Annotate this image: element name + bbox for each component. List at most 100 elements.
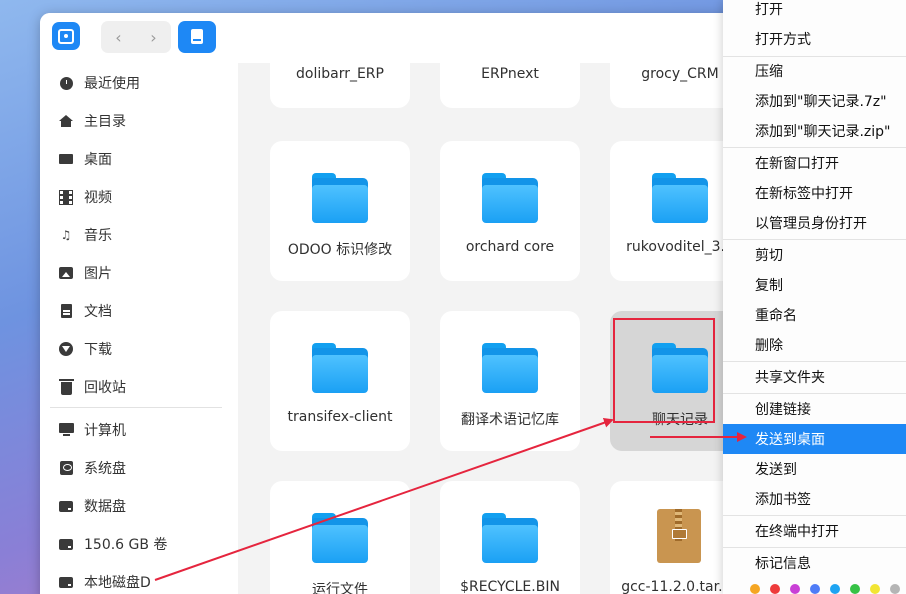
context-menu: 打开 打开方式 压缩 添加到"聊天记录.7z" 添加到"聊天记录.zip" 在新… (723, 0, 906, 594)
menu-item-add-to-zip[interactable]: 添加到"聊天记录.zip" (723, 116, 906, 146)
menu-item-send-to[interactable]: 发送到 (723, 454, 906, 484)
file-name: 运行文件 (312, 582, 368, 594)
folder-icon (482, 343, 538, 393)
sidebar-item-recent[interactable]: 最近使用 (50, 67, 230, 99)
menu-item-open-new-window[interactable]: 在新窗口打开 (723, 148, 906, 178)
sidebar-item-label: 本地磁盘D (84, 575, 151, 591)
trash-icon (58, 378, 74, 395)
folder-icon (482, 513, 538, 563)
sidebar-item-data-disk[interactable]: 数据盘 (50, 490, 230, 522)
drive-icon (58, 536, 74, 552)
menu-item-compress[interactable]: 压缩 (723, 56, 906, 86)
sidebar-item-label: 下载 (84, 342, 112, 358)
tag-color-dot[interactable] (770, 584, 780, 594)
folder-icon (312, 173, 368, 223)
film-icon (58, 189, 74, 205)
computer-icon (58, 422, 74, 438)
file-name: transifex-client (287, 409, 393, 425)
sidebar-item-music[interactable]: ♫ 音乐 (50, 219, 230, 251)
folder-icon (312, 513, 368, 563)
menu-item-open-as-admin[interactable]: 以管理员身份打开 (723, 208, 906, 238)
sidebar-item-label: 主目录 (84, 114, 126, 130)
document-icon (58, 303, 74, 319)
file-manager-logo-icon (52, 22, 80, 50)
tag-color-dot[interactable] (890, 584, 900, 594)
menu-item-delete[interactable]: 删除 (723, 330, 906, 360)
clock-icon (58, 75, 74, 91)
sidebar-item-label: 桌面 (84, 152, 112, 168)
folder-item[interactable]: 运行文件 (270, 481, 410, 594)
tag-color-dot[interactable] (750, 584, 760, 594)
document-icon (191, 29, 203, 44)
menu-item-copy[interactable]: 复制 (723, 270, 906, 300)
menu-item-open[interactable]: 打开 (723, 0, 906, 24)
annotation-highlight-box (613, 318, 715, 423)
sidebar-item-label: 系统盘 (84, 461, 126, 477)
sidebar-item-volume[interactable]: 150.6 GB 卷 (50, 528, 230, 560)
file-name: ERPnext (481, 66, 539, 82)
image-icon (58, 265, 74, 281)
folder-item[interactable]: 翻译术语记忆库 (440, 311, 580, 451)
menu-item-open-with[interactable]: 打开方式 (723, 24, 906, 54)
folder-item[interactable]: dolibarr_ERP (270, 13, 410, 108)
tag-color-dot[interactable] (810, 584, 820, 594)
sidebar-item-label: 数据盘 (84, 499, 126, 515)
file-name: 翻译术语记忆库 (461, 412, 559, 428)
file-name: dolibarr_ERP (296, 66, 384, 82)
sidebar-divider (50, 407, 222, 408)
drive-icon (58, 498, 74, 514)
sidebar-item-downloads[interactable]: 下载 (50, 333, 230, 365)
folder-item[interactable]: $RECYCLE.BIN (440, 481, 580, 594)
back-button[interactable]: ‹ (101, 21, 136, 53)
music-note-icon: ♫ (60, 228, 72, 242)
folder-item[interactable]: orchard core (440, 141, 580, 281)
sidebar-item-videos[interactable]: 视频 (50, 181, 230, 213)
menu-item-add-to-7z[interactable]: 添加到"聊天记录.7z" (723, 86, 906, 116)
folder-icon (652, 173, 708, 223)
sidebar-item-documents[interactable]: 文档 (50, 295, 230, 327)
tag-color-dot[interactable] (850, 584, 860, 594)
menu-item-open-new-tab[interactable]: 在新标签中打开 (723, 178, 906, 208)
menu-item-send-to-desktop[interactable]: 发送到桌面 (723, 424, 906, 454)
sidebar-item-desktop[interactable]: 桌面 (50, 143, 230, 175)
desktop-icon (58, 151, 74, 167)
download-icon (58, 341, 74, 357)
folder-item[interactable]: ODOO 标识修改 (270, 141, 410, 281)
view-mode-button[interactable] (178, 21, 216, 53)
sidebar-item-computer[interactable]: 计算机 (50, 414, 230, 446)
file-name: $RECYCLE.BIN (460, 579, 560, 594)
tag-color-dot[interactable] (790, 584, 800, 594)
sidebar-item-home[interactable]: 主目录 (50, 105, 230, 137)
file-name: ODOO 标识修改 (287, 242, 393, 258)
tag-color-dot[interactable] (830, 584, 840, 594)
sidebar-item-label: 图片 (84, 266, 112, 282)
menu-item-share-folder[interactable]: 共享文件夹 (723, 362, 906, 392)
navigation-buttons: ‹ › (101, 21, 171, 53)
menu-item-add-bookmark[interactable]: 添加书签 (723, 484, 906, 514)
home-icon (58, 113, 74, 129)
tag-color-dot[interactable] (870, 584, 880, 594)
menu-item-tag-info[interactable]: 标记信息 (723, 548, 906, 578)
archive-icon (657, 509, 701, 563)
sidebar-item-pictures[interactable]: 图片 (50, 257, 230, 289)
sidebar-item-label: 回收站 (84, 380, 126, 396)
disk-icon (58, 460, 74, 476)
menu-item-cut[interactable]: 剪切 (723, 240, 906, 270)
folder-item[interactable]: transifex-client (270, 311, 410, 451)
file-name: orchard core (465, 239, 555, 255)
sidebar-item-system-disk[interactable]: 系统盘 (50, 452, 230, 484)
menu-item-open-in-terminal[interactable]: 在终端中打开 (723, 516, 906, 546)
folder-item[interactable]: ERPnext (440, 13, 580, 108)
sidebar-item-local-disk-d[interactable]: 本地磁盘D (50, 566, 230, 594)
sidebar-item-label: 音乐 (84, 228, 112, 244)
sidebar-item-label: 150.6 GB 卷 (84, 537, 168, 553)
forward-button[interactable]: › (136, 21, 171, 53)
sidebar-item-label: 计算机 (84, 423, 126, 439)
folder-icon (312, 343, 368, 393)
menu-item-create-link[interactable]: 创建链接 (723, 394, 906, 424)
sidebar-item-trash[interactable]: 回收站 (50, 371, 230, 403)
menu-item-rename[interactable]: 重命名 (723, 300, 906, 330)
sidebar: 最近使用 主目录 桌面 视频 ♫ 音乐 图片 文档 下载 回收站 计算机 系统盘 … (40, 63, 238, 594)
sidebar-item-label: 视频 (84, 190, 112, 206)
sidebar-item-label: 最近使用 (84, 76, 140, 92)
